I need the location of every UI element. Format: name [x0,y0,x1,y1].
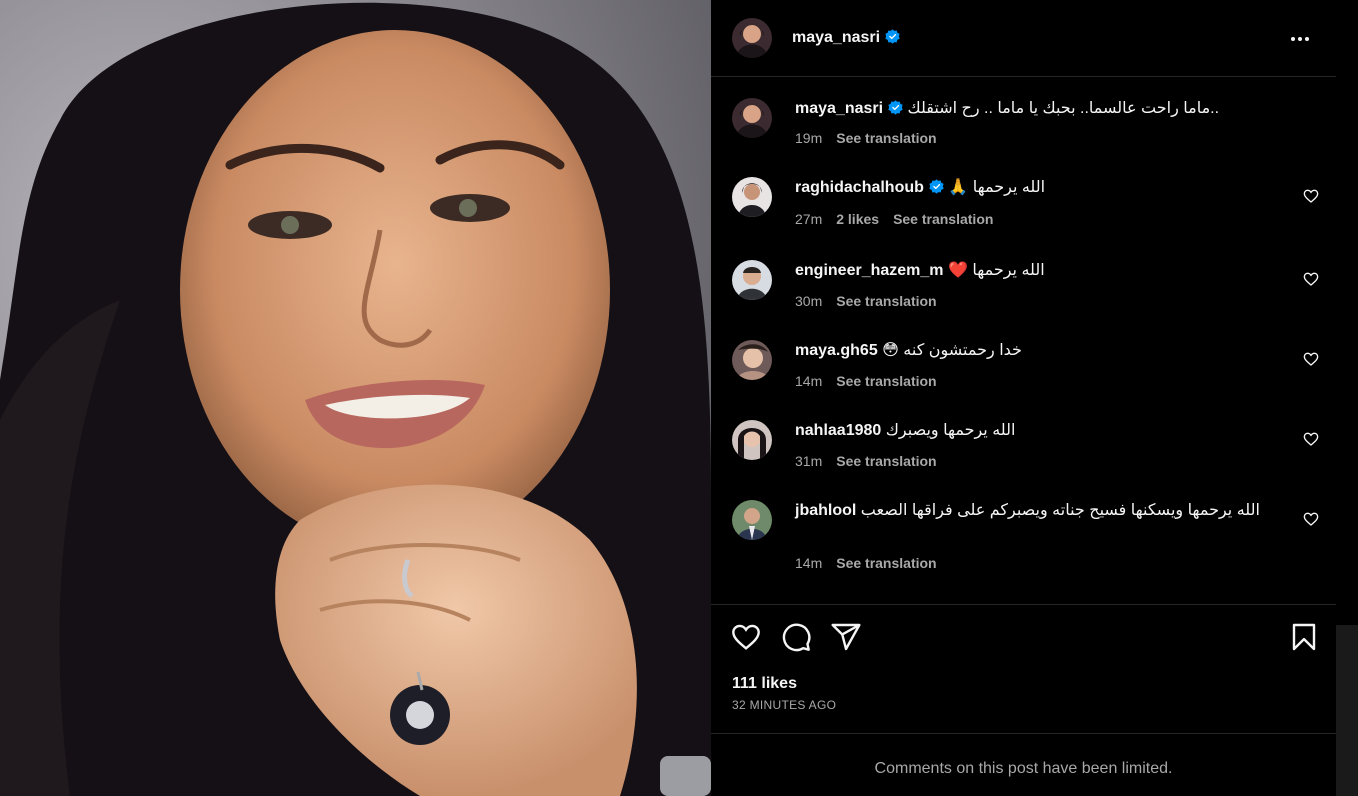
background-strip [1336,625,1358,796]
comment-username[interactable]: engineer_hazem_m [795,262,944,279]
comments-limited-notice: Comments on this post have been limited. [711,733,1336,796]
post-header: maya_nasri [711,0,1336,77]
dot [1298,37,1302,41]
comments-limited-text: Comments on this post have been limited. [874,760,1173,777]
comment-text-line: raghidachalhoub الله يرحمها 🙏 [795,177,1275,199]
comment-meta: 31m See translation [795,453,951,469]
comment-text-line: engineer_hazem_m الله يرحمها ❤️ [795,260,1275,282]
comment-time[interactable]: 14m [795,373,822,389]
heart-icon[interactable] [1303,351,1319,367]
commenter-avatar[interactable] [732,340,772,380]
caption-text: ..ماما راحت عالسما.. بحبك يا ماما .. رح … [907,100,1220,117]
comment-username[interactable]: maya.gh65 [795,342,878,359]
background-edge [1336,0,1358,796]
comment-text-line: maya.gh65 خدا رحمتشون کنه 😳 [795,340,1275,362]
see-translation-link[interactable]: See translation [893,211,993,227]
heart-icon[interactable] [1303,511,1319,527]
commenter-avatar[interactable] [732,260,772,300]
author-username-text[interactable]: maya_nasri [792,29,880,46]
verified-badge-icon [885,29,900,44]
comment-username[interactable]: nahlaa1980 [795,422,881,439]
comment-text: الله يرحمها ويصبرك [885,422,1016,439]
comment-text: الله يرحمها 🙏 [948,179,1046,196]
caption-username[interactable]: maya_nasri [795,100,883,117]
comment-text-line: jbahlool الله يرحمها ويسكنها فسيح جناته … [795,500,1275,522]
comment-text: الله يرحمها ❤️ [947,262,1045,279]
see-translation-link[interactable]: See translation [836,130,936,146]
see-translation-link[interactable]: See translation [836,293,936,309]
post-photo [0,0,711,796]
see-translation-link[interactable]: See translation [836,373,936,389]
share-icon[interactable] [830,621,862,653]
verified-badge-icon [929,179,944,194]
author-avatar[interactable] [732,18,772,58]
comment-time[interactable]: 14m [795,555,822,571]
bookmark-icon[interactable] [1288,621,1320,653]
comment-meta: 14m See translation [795,373,951,389]
see-translation-link[interactable]: See translation [836,453,936,469]
commenter-avatar[interactable] [732,500,772,540]
comment-username[interactable]: jbahlool [795,502,856,519]
comment-meta: 27m 2 likes See translation [795,211,1007,227]
comment-username[interactable]: raghidachalhoub [795,179,924,196]
commenter-avatar[interactable] [732,177,772,217]
heart-icon[interactable] [1303,431,1319,447]
post-time-ago[interactable]: 32 MINUTES AGO [732,698,836,712]
comment-time[interactable]: 31m [795,453,822,469]
caption-text-line: maya_nasri ..ماما راحت عالسما.. بحبك يا … [795,98,1275,120]
comment-time[interactable]: 27m [795,211,822,227]
comment-time[interactable]: 30m [795,293,822,309]
commenter-avatar[interactable] [732,420,772,460]
dot [1291,37,1295,41]
comment-meta: 14m See translation [795,555,951,571]
comment-text: خدا رحمتشون کنه 😳 [882,342,1022,359]
heart-icon[interactable] [1303,271,1319,287]
author-username[interactable]: maya_nasri [792,29,900,47]
heart-icon[interactable] [730,621,762,653]
verified-badge-icon [888,100,903,115]
author-avatar[interactable] [732,98,772,138]
more-options-icon[interactable] [1285,26,1315,52]
likes-count[interactable]: 111 likes [732,675,797,693]
comment-icon[interactable] [780,621,812,653]
caption-meta: 19m See translation [795,130,951,146]
comment-text: الله يرحمها ويسكنها فسيح جناته ويصبركم ع… [860,502,1260,519]
dot [1305,37,1309,41]
comment-likes[interactable]: 2 likes [836,211,879,227]
see-translation-link[interactable]: See translation [836,555,936,571]
post-actions: 111 likes 32 MINUTES AGO [711,604,1336,734]
comment-meta: 30m See translation [795,293,951,309]
post-detail-panel: maya_nasri maya_nasri ..ماما راحت عالسما… [711,0,1336,796]
caption-time[interactable]: 19m [795,130,822,146]
comment-text-line: nahlaa1980 الله يرحمها ويصبرك [795,420,1275,442]
heart-icon[interactable] [1303,188,1319,204]
